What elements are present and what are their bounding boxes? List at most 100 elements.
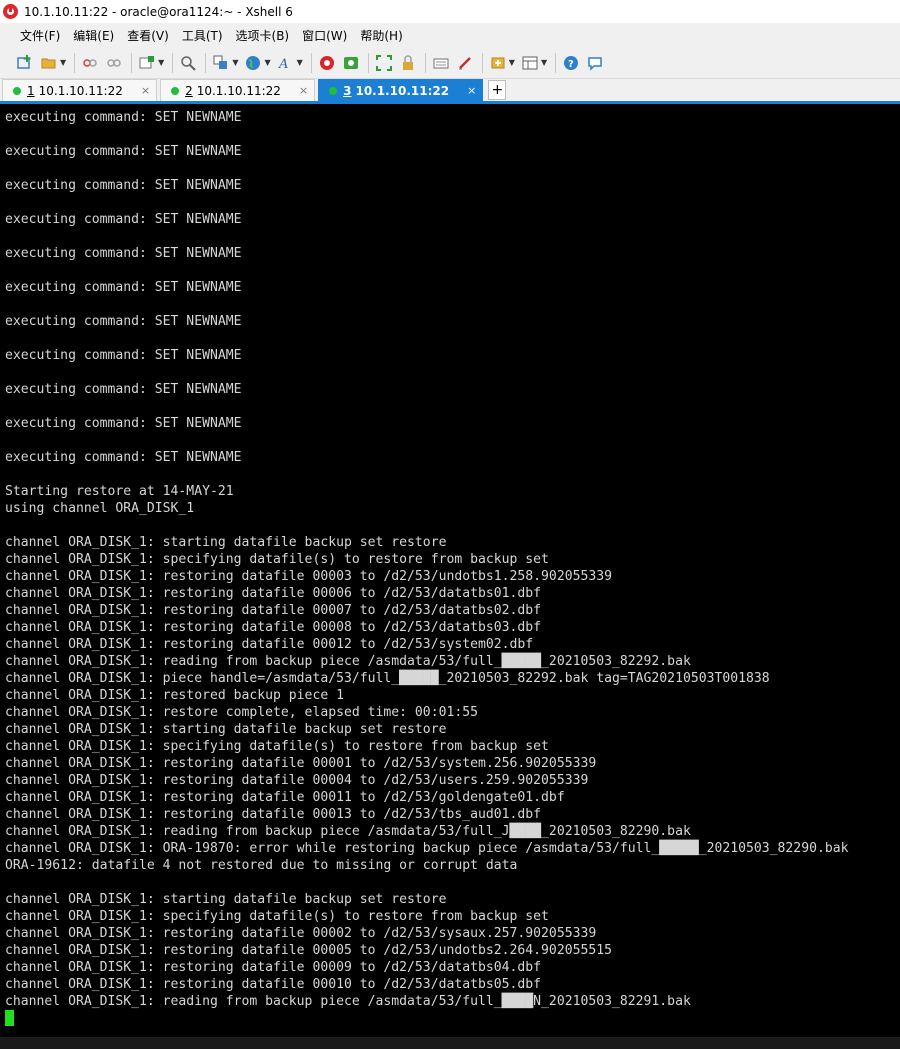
terminal-line: channel ORA_DISK_1: restoring datafile 0…: [5, 620, 542, 635]
session-tab-3[interactable]: 3 10.1.10.11:22 ×: [318, 79, 484, 101]
close-icon[interactable]: ×: [467, 84, 476, 97]
chevron-down-icon[interactable]: ▼: [60, 58, 66, 67]
toolbar-divider: [74, 52, 76, 73]
menu-help[interactable]: 帮助(H): [360, 27, 402, 44]
xshell-logo-icon: [3, 4, 18, 19]
terminal-line: channel ORA_DISK_1: reading from backup …: [5, 654, 691, 669]
terminal-line: channel ORA_DISK_1: specifying datafile(…: [5, 739, 549, 754]
chevron-down-icon[interactable]: ▼: [541, 58, 547, 67]
terminal-line: channel ORA_DISK_1: reading from backup …: [5, 824, 691, 839]
toolbar-divider: [424, 52, 426, 73]
menu-tools[interactable]: 工具(T): [182, 27, 223, 44]
help-icon[interactable]: ?: [562, 54, 580, 72]
terminal-line: executing command: SET NEWNAME: [5, 246, 242, 261]
tab-label: 10.1.10.11:22: [355, 83, 450, 98]
transfer-icon[interactable]: [212, 54, 230, 72]
chevron-down-icon[interactable]: ▼: [297, 58, 303, 67]
tab-label: 10.1.10.11:22: [196, 83, 281, 98]
tab-number: 2: [185, 83, 193, 98]
terminal-line: channel ORA_DISK_1: restoring datafile 0…: [5, 586, 542, 601]
menu-file[interactable]: 文件(F): [20, 27, 60, 44]
terminal-line: channel ORA_DISK_1: restoring datafile 0…: [5, 603, 542, 618]
chat-icon[interactable]: [586, 54, 604, 72]
svg-text:A: A: [278, 57, 288, 71]
connected-status-icon: [329, 86, 338, 95]
terminal-line: channel ORA_DISK_1: restoring datafile 0…: [5, 773, 589, 788]
find-icon[interactable]: [179, 54, 197, 72]
terminal-line: executing command: SET NEWNAME: [5, 314, 242, 329]
window-title: 10.1.10.11:22 - oracle@ora1124:~ - Xshel…: [24, 4, 293, 19]
toolbar-divider: [205, 52, 207, 73]
new-tab-icon[interactable]: [138, 54, 156, 72]
xftp-icon[interactable]: [318, 54, 336, 72]
chevron-down-icon[interactable]: ▼: [264, 58, 270, 67]
chevron-down-icon[interactable]: ▼: [509, 58, 515, 67]
close-icon[interactable]: ×: [141, 84, 150, 97]
session-tab-2[interactable]: 2 10.1.10.11:22 ×: [160, 79, 316, 101]
font-icon[interactable]: A: [277, 54, 295, 72]
lock-icon[interactable]: [399, 54, 417, 72]
terminal-line: channel ORA_DISK_1: starting datafile ba…: [5, 535, 447, 550]
tab-number: 1: [27, 83, 35, 98]
terminal-line: executing command: SET NEWNAME: [5, 212, 242, 227]
terminal-cursor: [5, 1010, 14, 1026]
session-tab-1[interactable]: 1 10.1.10.11:22 ×: [2, 79, 158, 101]
title-bar: 10.1.10.11:22 - oracle@ora1124:~ - Xshel…: [0, 0, 900, 23]
keyboard-icon[interactable]: [432, 54, 450, 72]
open-folder-icon[interactable]: [40, 54, 58, 72]
terminal-line: channel ORA_DISK_1: starting datafile ba…: [5, 892, 447, 907]
terminal-line: executing command: SET NEWNAME: [5, 144, 242, 159]
terminal-output[interactable]: executing command: SET NEWNAME executing …: [0, 104, 900, 1037]
terminal-line: executing command: SET NEWNAME: [5, 348, 242, 363]
terminal-line: channel ORA_DISK_1: restoring datafile 0…: [5, 637, 534, 652]
chevron-down-icon[interactable]: ▼: [158, 58, 164, 67]
menu-tab[interactable]: 选项卡(B): [236, 27, 290, 44]
terminal-line: executing command: SET NEWNAME: [5, 382, 242, 397]
new-session-icon[interactable]: [16, 54, 34, 72]
toolbar-divider: [481, 52, 483, 73]
terminal-line: channel ORA_DISK_1: restoring datafile 0…: [5, 926, 597, 941]
menu-window[interactable]: 窗口(W): [302, 27, 347, 44]
layout-icon[interactable]: [521, 54, 539, 72]
toolbar: ▼ ▼ ▼ ▼ A ▼ ▼ ▼ ?: [0, 47, 900, 79]
terminal-line: channel ORA_DISK_1: restore complete, el…: [5, 705, 478, 720]
xmanager-icon[interactable]: [342, 54, 360, 72]
terminal-line: executing command: SET NEWNAME: [5, 416, 242, 431]
terminal-line: Starting restore at 14-MAY-21: [5, 484, 234, 499]
disconnect-icon[interactable]: [81, 54, 99, 72]
terminal-line: channel ORA_DISK_1: starting datafile ba…: [5, 722, 447, 737]
terminal-line: channel ORA_DISK_1: restoring datafile 0…: [5, 569, 612, 584]
terminal-line: using channel ORA_DISK_1: [5, 501, 195, 516]
status-strip: [0, 1037, 900, 1049]
session-tab-bar: 1 10.1.10.11:22 × 2 10.1.10.11:22 × 3 10…: [0, 79, 900, 104]
compose-icon[interactable]: [456, 54, 474, 72]
menu-bar: 文件(F) 编辑(E) 查看(V) 工具(T) 选项卡(B) 窗口(W) 帮助(…: [0, 23, 900, 47]
terminal-line: ORA-19612: datafile 4 not restored due t…: [5, 858, 518, 873]
menu-edit[interactable]: 编辑(E): [73, 27, 114, 44]
chevron-down-icon[interactable]: ▼: [232, 58, 238, 67]
svg-text:?: ?: [568, 59, 574, 70]
fullscreen-icon[interactable]: [375, 54, 393, 72]
globe-icon[interactable]: [244, 54, 262, 72]
terminal-line: executing command: SET NEWNAME: [5, 280, 242, 295]
tab-label: 10.1.10.11:22: [38, 83, 123, 98]
reconnect-icon[interactable]: [105, 54, 123, 72]
terminal-line: channel ORA_DISK_1: restored backup piec…: [5, 688, 344, 703]
toolbar-divider: [172, 52, 174, 73]
terminal-line: channel ORA_DISK_1: restoring datafile 0…: [5, 943, 612, 958]
terminal-line: channel ORA_DISK_1: restoring datafile 0…: [5, 960, 542, 975]
close-icon[interactable]: ×: [299, 84, 308, 97]
connected-status-icon: [171, 86, 180, 95]
menu-view[interactable]: 查看(V): [127, 27, 169, 44]
add-tab-button[interactable]: +: [488, 80, 507, 100]
new-file-icon[interactable]: [489, 54, 507, 72]
toolbar-divider: [310, 52, 312, 73]
